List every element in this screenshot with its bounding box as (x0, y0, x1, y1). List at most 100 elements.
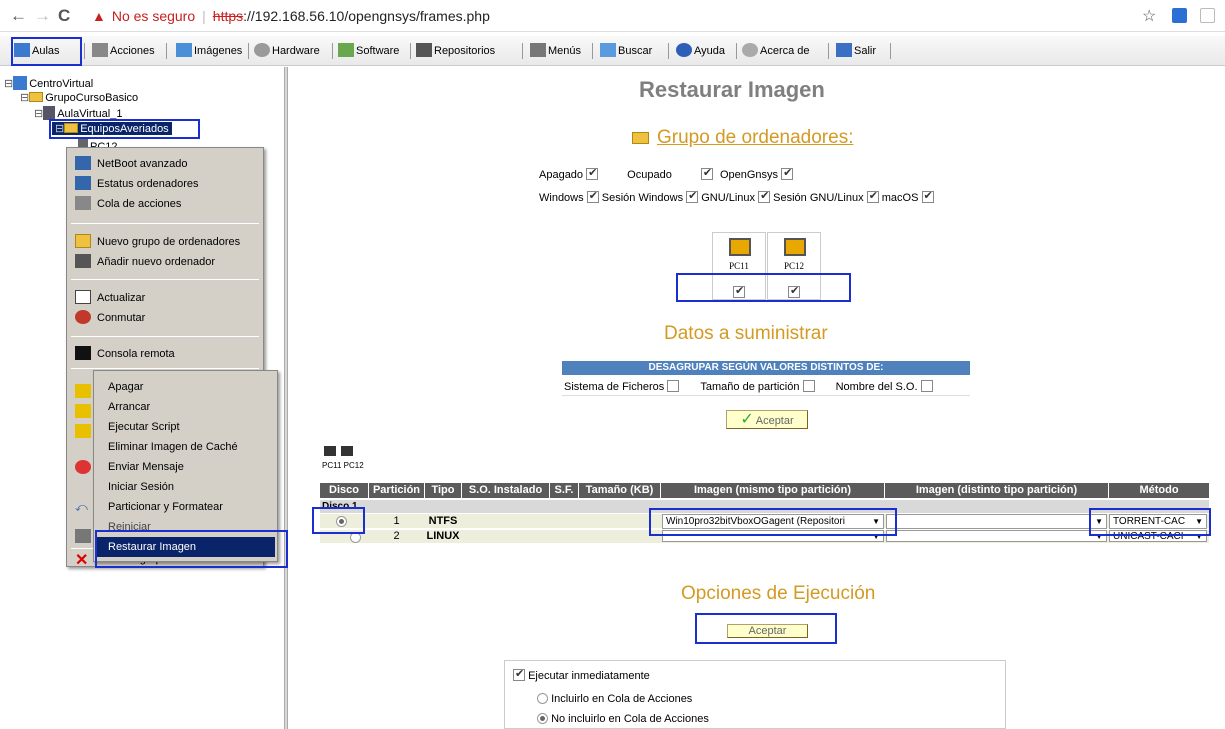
lightning-icon (75, 404, 91, 418)
toolbar-menus[interactable]: Menús (530, 42, 581, 60)
toolbar-acciones[interactable]: Acciones (92, 42, 155, 60)
submenu-ejecutar-script[interactable]: Ejecutar Script (108, 417, 180, 437)
menu-nuevo-grupo[interactable]: Nuevo grupo de ordenadores (75, 232, 240, 252)
header-disco: Disco (320, 483, 368, 498)
frame-divider[interactable] (284, 67, 288, 729)
incluirlo-radio[interactable] (537, 693, 548, 704)
pc-name: PC11 (729, 261, 749, 271)
software-icon (338, 43, 354, 57)
warning-icon: ▲ (92, 8, 106, 24)
check-icon: ✓ (740, 411, 754, 428)
toolbar-software[interactable]: Software (338, 42, 399, 60)
tree-aula[interactable]: ⊟ AulaVirtual_1 (34, 106, 122, 120)
os-name-checkbox[interactable] (920, 380, 933, 392)
filter-opengnsys-checkbox[interactable] (781, 166, 794, 180)
images-icon (176, 43, 192, 57)
toolbar-ayuda[interactable]: Ayuda (676, 42, 725, 60)
header-sf: S.F. (550, 483, 578, 498)
filter-ocupado-checkbox[interactable] (700, 166, 713, 180)
menu-actualizar[interactable]: Actualizar (75, 288, 145, 308)
menu-estatus[interactable]: Estatus ordenadores (75, 174, 199, 194)
bookmark-star-icon[interactable]: ☆ (1142, 6, 1156, 26)
datos-heading: Datos a suministrar (664, 323, 828, 344)
toolbar-salir[interactable]: Salir (836, 42, 876, 60)
submenu-enviar-mensaje[interactable]: Enviar Mensaje (108, 457, 184, 477)
incluirlo-option[interactable]: Incluirlo en Cola de Acciones (537, 693, 692, 705)
message-icon (75, 460, 91, 474)
status-icon (75, 176, 91, 190)
header-tipo: Tipo (425, 483, 461, 498)
submenu-arrancar[interactable]: Arrancar (108, 397, 150, 417)
pcs-small-label: PC11 PC12 (322, 461, 364, 470)
filter-linux-checkbox[interactable] (758, 189, 771, 203)
ejecutar-checkbox[interactable] (513, 667, 525, 681)
ejecutar-option[interactable]: Ejecutar inmediatamente (513, 667, 650, 682)
filter-macos-checkbox[interactable] (921, 189, 934, 203)
search-icon (600, 43, 616, 57)
security-label: No es seguro (111, 8, 196, 24)
computer-icon (729, 238, 751, 256)
computer-icon (75, 254, 91, 268)
extension-icon[interactable] (1172, 8, 1187, 23)
filter-sesion-windows-checkbox[interactable] (686, 189, 699, 203)
help-icon (676, 43, 692, 57)
back-button[interactable]: ← (10, 6, 27, 26)
toolbar-acerca[interactable]: Acerca de (742, 42, 810, 60)
partition-number: 2 (393, 530, 400, 542)
submenu-eliminar-cache[interactable]: Eliminar Imagen de Caché (108, 437, 238, 457)
forward-button[interactable]: → (34, 6, 51, 26)
header-imagen-distinto: Imagen (distinto tipo partición) (885, 483, 1108, 498)
header-so: S.O. Instalado (462, 483, 549, 498)
tree-root[interactable]: ⊟ CentroVirtual (4, 76, 93, 90)
queue-icon (75, 196, 91, 210)
url-text: ://192.168.56.10/opengnsys/frames.php (243, 8, 490, 24)
highlight-selected-group (49, 119, 200, 139)
imagen-distinto-select-1[interactable]: ▼ (886, 514, 1107, 529)
highlight-aulas (11, 37, 82, 66)
browser-bar: ← → C ▲ No es seguro | https://192.168.56.1… (0, 0, 1225, 32)
aceptar-datos-button[interactable]: ✓ Aceptar (726, 410, 808, 429)
filter-windows-checkbox[interactable] (586, 189, 599, 203)
menu-cola[interactable]: Cola de acciones (75, 194, 181, 214)
group-heading: Grupo de ordenadores: (632, 127, 853, 149)
tree-group[interactable]: ⊟ GrupoCursoBasico (20, 91, 138, 104)
submenu-particionar[interactable]: Particionar y Formatear (108, 497, 223, 517)
hardware-icon (254, 43, 270, 57)
network-icon (13, 76, 28, 90)
execution-options-box: Ejecutar inmediatamente Incluirlo en Col… (504, 660, 1006, 729)
reload-button[interactable]: C (58, 6, 70, 26)
reboot-icon (75, 529, 91, 543)
submenu-apagar[interactable]: Apagar (108, 377, 143, 397)
computer-icon (341, 446, 353, 456)
toolbar-buscar[interactable]: Buscar (600, 42, 652, 60)
toolbar-imagenes[interactable]: Imágenes (176, 42, 242, 60)
menu-conmutar[interactable]: Conmutar (75, 308, 145, 328)
menu-consola[interactable]: Consola remota (75, 344, 175, 364)
submenu-iniciar-sesion[interactable]: Iniciar Sesión (108, 477, 174, 497)
no-incluirlo-option[interactable]: No incluirlo en Cola de Acciones (537, 713, 709, 725)
size-checkbox[interactable] (802, 380, 815, 392)
toolbar-hardware[interactable]: Hardware (254, 42, 320, 60)
desagrupar-options: Sistema de Ficheros Tamaño de partición … (564, 380, 933, 393)
switch-icon (75, 310, 91, 324)
imagen-distinto-select-2[interactable]: ▼ (886, 530, 1107, 542)
sf-checkbox[interactable] (667, 380, 680, 392)
menu-netboot[interactable]: NetBoot avanzado (75, 154, 188, 174)
partition-type: LINUX (426, 530, 460, 542)
console-icon (75, 346, 91, 360)
main-toolbar: Aulas Acciones Imágenes Hardware Softwar… (0, 36, 1225, 66)
menu-anadir-ordenador[interactable]: Añadir nuevo ordenador (75, 252, 215, 272)
address-bar[interactable]: ▲ No es seguro | https://192.168.56.10/open… (92, 4, 1152, 28)
repository-icon (416, 43, 432, 57)
filters-row-2: Windows Sesión Windows GNU/Linux Sesión … (539, 189, 934, 204)
toolbar-repositorios[interactable]: Repositorios (416, 42, 495, 60)
folder-icon (29, 92, 44, 102)
highlight-imagen (649, 508, 897, 536)
extension-icon-2[interactable] (1200, 8, 1215, 23)
highlight-pc-checkboxes (676, 273, 851, 302)
filter-apagado-checkbox[interactable] (586, 166, 599, 180)
no-incluirlo-radio[interactable] (537, 713, 548, 724)
classroom-icon (43, 106, 56, 120)
filter-sesion-linux-checkbox[interactable] (866, 189, 879, 203)
page-title: Restaurar Imagen (639, 77, 825, 102)
